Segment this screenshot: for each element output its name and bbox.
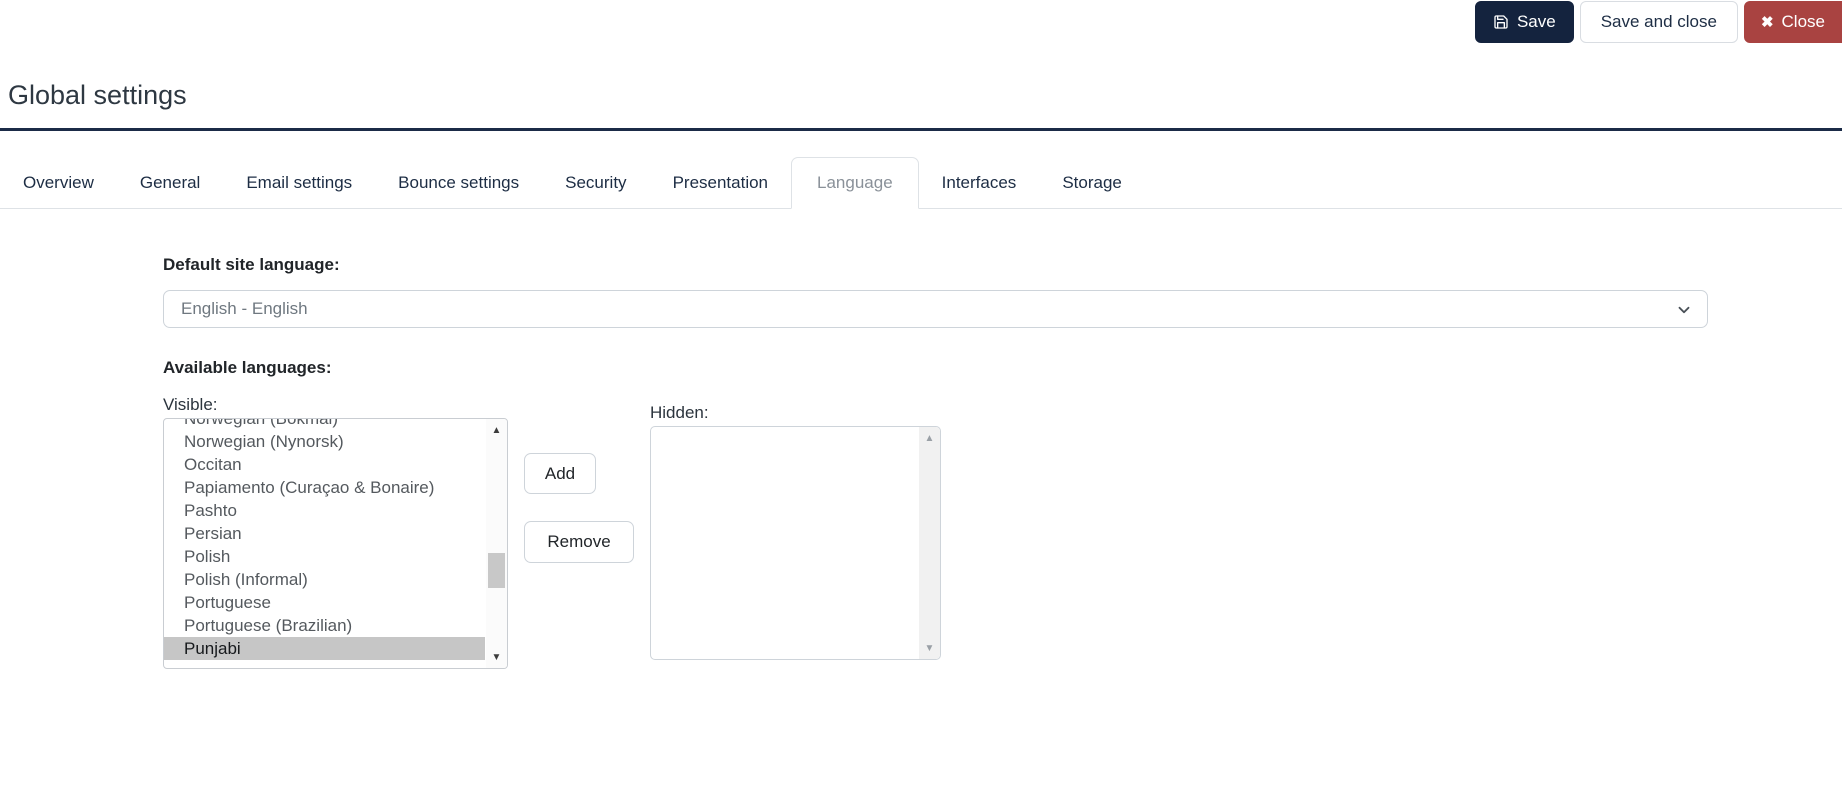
tab-general[interactable]: General [117, 157, 223, 208]
scroll-down-icon[interactable]: ▼ [919, 643, 940, 654]
tab-storage[interactable]: Storage [1039, 157, 1145, 208]
remove-button[interactable]: Remove [524, 521, 634, 563]
default-language-select[interactable]: English - English [163, 290, 1708, 328]
list-item[interactable]: Norwegian (Nynorsk) [164, 430, 485, 453]
floppy-disk-icon [1493, 14, 1509, 30]
language-settings-panel: Default site language: English - English… [163, 208, 1708, 669]
list-item[interactable]: Portuguese (Brazilian) [164, 614, 485, 637]
scrollbar-thumb[interactable] [488, 553, 505, 588]
toolbar: Save Save and close ✖ Close [1475, 1, 1842, 43]
default-language-selected-value: English - English [181, 299, 308, 319]
visible-label: Visible: [163, 395, 508, 415]
save-and-close-button-label: Save and close [1601, 12, 1717, 32]
tab-presentation[interactable]: Presentation [650, 157, 791, 208]
save-button-label: Save [1517, 12, 1556, 32]
language-picker: Visible: Norwegian (Bokmål) Norwegian (N… [163, 395, 1708, 669]
hidden-column: Hidden: ▲ ▼ [650, 395, 941, 660]
add-button[interactable]: Add [524, 453, 596, 494]
transfer-buttons: Add Remove [524, 395, 636, 563]
close-x-icon: ✖ [1761, 13, 1774, 31]
tab-bounce-settings[interactable]: Bounce settings [375, 157, 542, 208]
hidden-label: Hidden: [650, 403, 941, 423]
tab-overview[interactable]: Overview [0, 157, 117, 208]
scroll-up-icon[interactable]: ▲ [486, 425, 507, 436]
close-button-label: Close [1782, 12, 1825, 32]
list-item[interactable]: Polish (Informal) [164, 568, 485, 591]
visible-languages-listbox[interactable]: Norwegian (Bokmål) Norwegian (Nynorsk) O… [163, 418, 508, 669]
page-title: Global settings [8, 80, 187, 111]
list-item-selected[interactable]: Punjabi [164, 637, 485, 660]
visible-list-scrollbar[interactable]: ▲ ▼ [486, 419, 507, 668]
tab-interfaces[interactable]: Interfaces [919, 157, 1040, 208]
list-item[interactable]: Pashto [164, 499, 485, 522]
list-item[interactable]: Persian [164, 522, 485, 545]
tab-email-settings[interactable]: Email settings [223, 157, 375, 208]
hidden-languages-listbox[interactable]: ▲ ▼ [650, 426, 941, 660]
scroll-up-icon[interactable]: ▲ [919, 433, 940, 444]
list-item[interactable]: Portuguese [164, 591, 485, 614]
save-button[interactable]: Save [1475, 1, 1574, 43]
default-site-language-label: Default site language: [163, 255, 1708, 275]
list-item[interactable]: Papiamento (Curaçao & Bonaire) [164, 476, 485, 499]
visible-column: Visible: Norwegian (Bokmål) Norwegian (N… [163, 395, 508, 669]
close-button[interactable]: ✖ Close [1744, 1, 1842, 43]
visible-languages-list: Norwegian (Bokmål) Norwegian (Nynorsk) O… [164, 418, 485, 660]
list-item[interactable]: Occitan [164, 453, 485, 476]
tab-security[interactable]: Security [542, 157, 649, 208]
list-item[interactable]: Norwegian (Bokmål) [164, 418, 485, 430]
hidden-list-scrollbar[interactable]: ▲ ▼ [919, 427, 940, 659]
heading-divider [0, 128, 1842, 131]
available-languages-label: Available languages: [163, 358, 1708, 378]
tab-language[interactable]: Language [791, 157, 919, 209]
scroll-down-icon[interactable]: ▼ [486, 652, 507, 663]
save-and-close-button[interactable]: Save and close [1580, 1, 1738, 43]
chevron-down-icon [1675, 301, 1693, 324]
list-item[interactable]: Polish [164, 545, 485, 568]
tab-bar: Overview General Email settings Bounce s… [0, 157, 1842, 209]
